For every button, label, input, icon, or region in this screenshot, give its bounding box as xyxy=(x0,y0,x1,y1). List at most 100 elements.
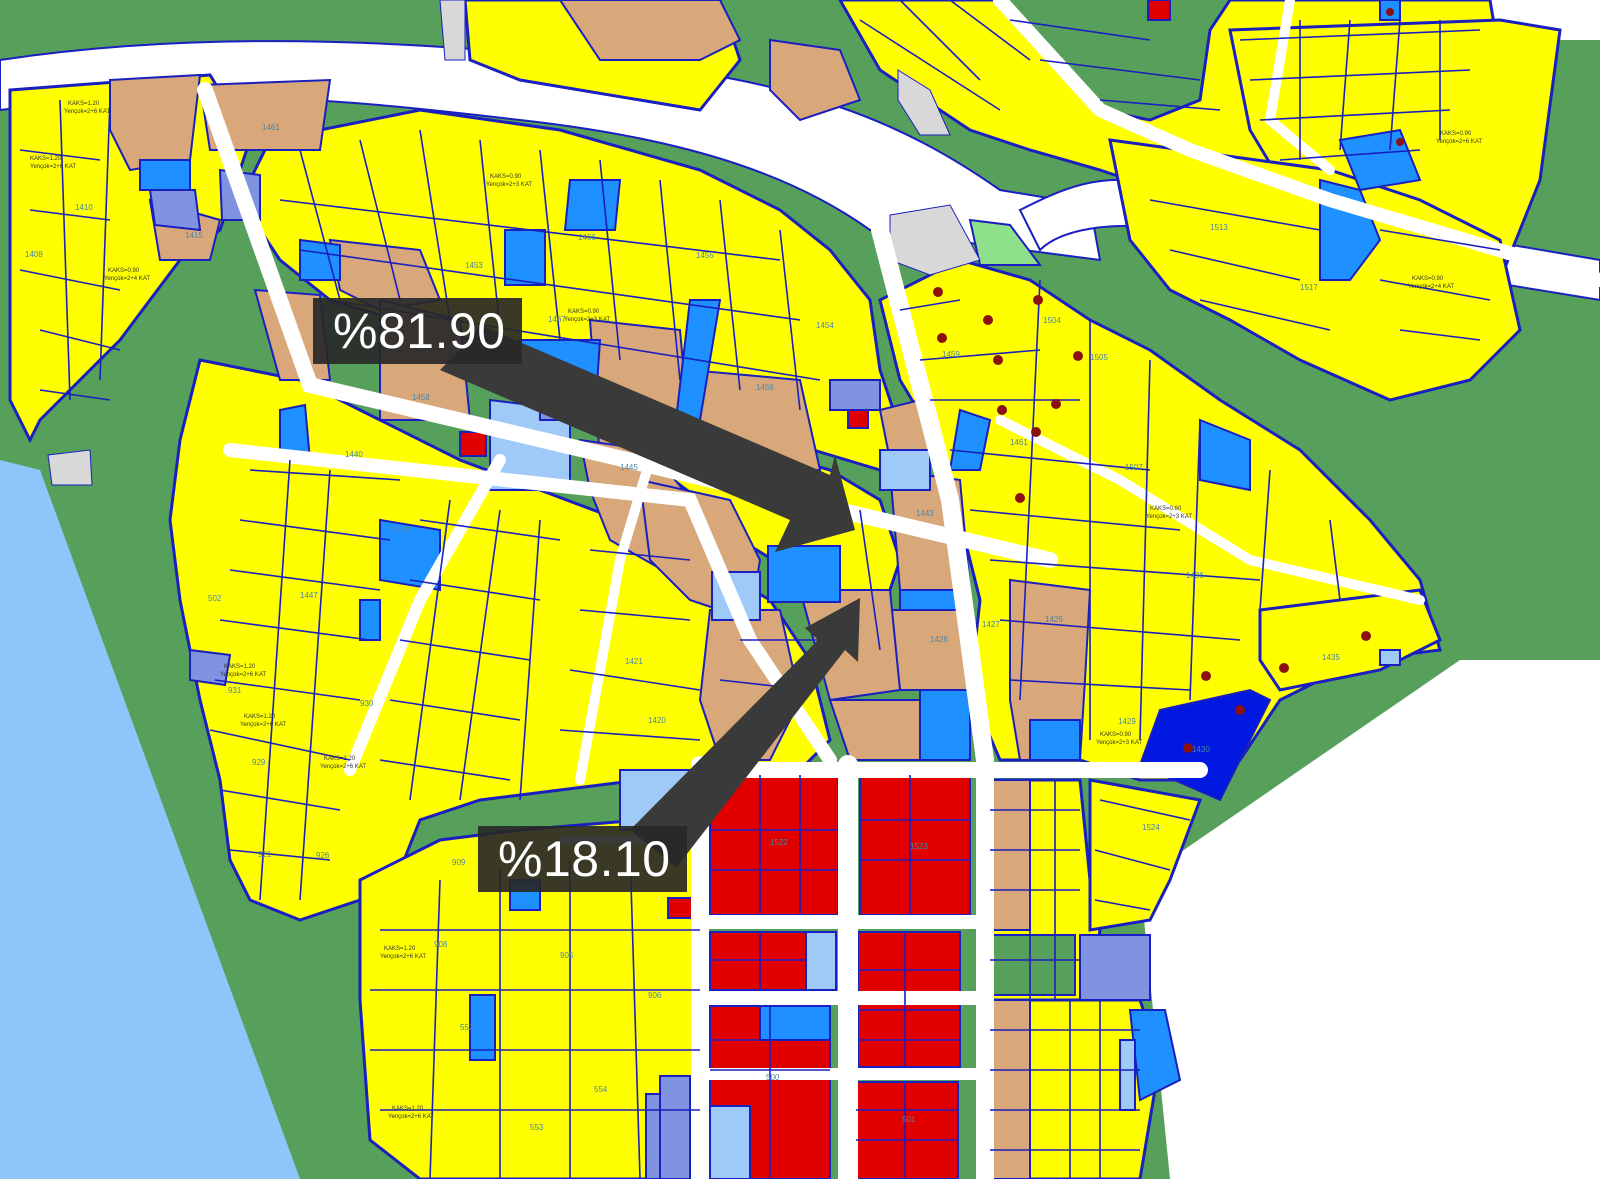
zoning-text: Yençok=2+6 KAT xyxy=(388,1114,434,1120)
parcel-label: 1408 xyxy=(25,250,43,259)
zoning-text: Yençok=2+3 KAT xyxy=(1096,740,1142,746)
parcel-label: 909 xyxy=(452,858,466,867)
zoning-text: KAKS=1.20 xyxy=(384,946,416,952)
landmark-dot xyxy=(937,333,947,343)
zoning-text: Yençok=2+6 KAT xyxy=(240,722,286,728)
parcel-label: 1436 xyxy=(1186,571,1204,580)
landmark-dot xyxy=(1015,493,1025,503)
gray-parcel-2 xyxy=(47,449,93,486)
parcel-label: 1504 xyxy=(1043,316,1061,325)
landmark-dot xyxy=(997,405,1007,415)
parcel-label: 1430 xyxy=(1192,745,1210,754)
landmark-dot xyxy=(1386,8,1394,16)
zoning-text: KAKS=0.90 xyxy=(568,309,600,315)
zoning-text: KAKS=1.20 xyxy=(224,664,256,670)
parcel-label: 1456 xyxy=(756,383,774,392)
parcel-label: 1459 xyxy=(942,350,960,359)
landmark-dot xyxy=(1201,671,1211,681)
parcel-label: 908 xyxy=(434,940,448,949)
zoning-text: KAKS=0.60 xyxy=(1150,506,1182,512)
landmark-dot xyxy=(1031,427,1041,437)
zoning-text: KAKS=0.90 xyxy=(490,174,522,180)
landmark-dot xyxy=(1235,705,1245,715)
zoning-text: KAKS=1.20 xyxy=(244,714,276,720)
zoning-text: Yençok=2+3 KAT xyxy=(486,182,532,188)
landmark-dot xyxy=(1051,399,1061,409)
landmark-dot xyxy=(993,355,1003,365)
parcel-label: 905 xyxy=(560,951,574,960)
parcel-label: 1458 xyxy=(412,393,430,402)
zoning-text: KAKS=0.90 xyxy=(1440,131,1472,137)
gray-parcel-4 xyxy=(439,0,466,61)
parcel-label: 931 xyxy=(228,686,242,695)
parcel-label: 1410 xyxy=(75,203,93,212)
parcel-label: 501 xyxy=(902,1115,916,1124)
parcel-label: 1466 xyxy=(578,233,596,242)
parcel-label: 1461 xyxy=(1010,438,1028,447)
zoning-text: Yençok=2+6 KAT xyxy=(1436,139,1482,145)
landmark-dot xyxy=(1033,295,1043,305)
zoning-map: 1410 1408 1461 1415 1453 1467 1466 1456 … xyxy=(0,0,1600,1179)
parcel-label: 1461 xyxy=(262,123,280,132)
zoning-plan-canvas: 1410 1408 1461 1415 1453 1467 1466 1456 … xyxy=(0,0,1600,1179)
parcel-label: 1421 xyxy=(625,657,643,666)
parcel-label: 500 xyxy=(766,1073,780,1082)
zoning-text: KAKS=1.20 xyxy=(68,101,100,107)
parcel-label: 502 xyxy=(208,594,222,603)
zoning-text: KAKS=0.90 xyxy=(1412,276,1444,282)
parcel-label: 1447 xyxy=(300,591,318,600)
parcel-label: 1517 xyxy=(1300,283,1318,292)
parcel-label: 1415 xyxy=(185,231,203,240)
parcel-label: 1507 xyxy=(1125,463,1143,472)
parcel-label: 1427 xyxy=(982,620,1000,629)
parcel-label: 926 xyxy=(316,851,330,860)
landmark-dot xyxy=(1279,663,1289,673)
zoning-text: Yençok=2+3 KAT xyxy=(564,317,610,323)
parcel-label: 1440 xyxy=(345,450,363,459)
parcel-label: 1420 xyxy=(648,716,666,725)
parcel-label: 930 xyxy=(360,699,374,708)
landmark-dot xyxy=(1073,351,1083,361)
zoning-text: Yençok=2+4 KAT xyxy=(104,276,150,282)
zoning-text: KAKS=0.90 xyxy=(108,268,140,274)
parcel-label: 906 xyxy=(648,991,662,1000)
zoning-text: KAKS=1.20 xyxy=(324,756,356,762)
parcel-label: 554 xyxy=(594,1085,608,1094)
parcel-label: 1505 xyxy=(1090,353,1108,362)
parcel-label: 1425 xyxy=(1045,615,1063,624)
parcel-label: 552 xyxy=(460,1023,474,1032)
parcel-label: 1522 xyxy=(770,838,788,847)
parcel-label: 1513 xyxy=(1210,223,1228,232)
parcel-label: 553 xyxy=(530,1123,544,1132)
zoning-text: KAKS=1.20 xyxy=(30,156,62,162)
landmark-dot xyxy=(1183,743,1193,753)
zoning-text: KAKS=1.20 xyxy=(392,1106,424,1112)
zoning-text: Yençok=2+6 KAT xyxy=(320,764,366,770)
zoning-text: Yençok=2+6 KAT xyxy=(30,164,76,170)
share-label-small: %18.10 xyxy=(478,826,687,892)
zoning-text: Yençok=2+6 KAT xyxy=(380,954,426,960)
parcel-label: 1426 xyxy=(930,635,948,644)
parcel-label: 1445 xyxy=(620,463,638,472)
zoning-text: Yençok=2+6 KAT xyxy=(220,672,266,678)
parcel-label: 1455 xyxy=(696,251,714,260)
zoning-text: Yençok=2+6 KAT xyxy=(64,109,110,115)
parcel-label: 1435 xyxy=(1322,653,1340,662)
landmark-dot xyxy=(983,315,993,325)
share-label-large: %81.90 xyxy=(313,298,522,364)
parcel-label: 1449 xyxy=(392,525,410,534)
landmark-dot xyxy=(1396,138,1404,146)
zoning-text: KAKS=0.90 xyxy=(1100,732,1132,738)
parcel-label: 1453 xyxy=(465,261,483,270)
parcel-label: 1429 xyxy=(1118,717,1136,726)
landmark-dot xyxy=(1361,631,1371,641)
parcel-label: 1443 xyxy=(916,509,934,518)
parcel-label: 1524 xyxy=(1142,823,1160,832)
parcel-label: 1454 xyxy=(816,321,834,330)
landmark-dot xyxy=(933,287,943,297)
parcel-label: 929 xyxy=(252,758,266,767)
zoning-text: Yençok=2+3 KAT xyxy=(1146,514,1192,520)
zoning-text: Yençok=2+4 KAT xyxy=(1408,284,1454,290)
parcel-label: 1523 xyxy=(910,842,928,851)
parcel-label: 921 xyxy=(258,850,272,859)
